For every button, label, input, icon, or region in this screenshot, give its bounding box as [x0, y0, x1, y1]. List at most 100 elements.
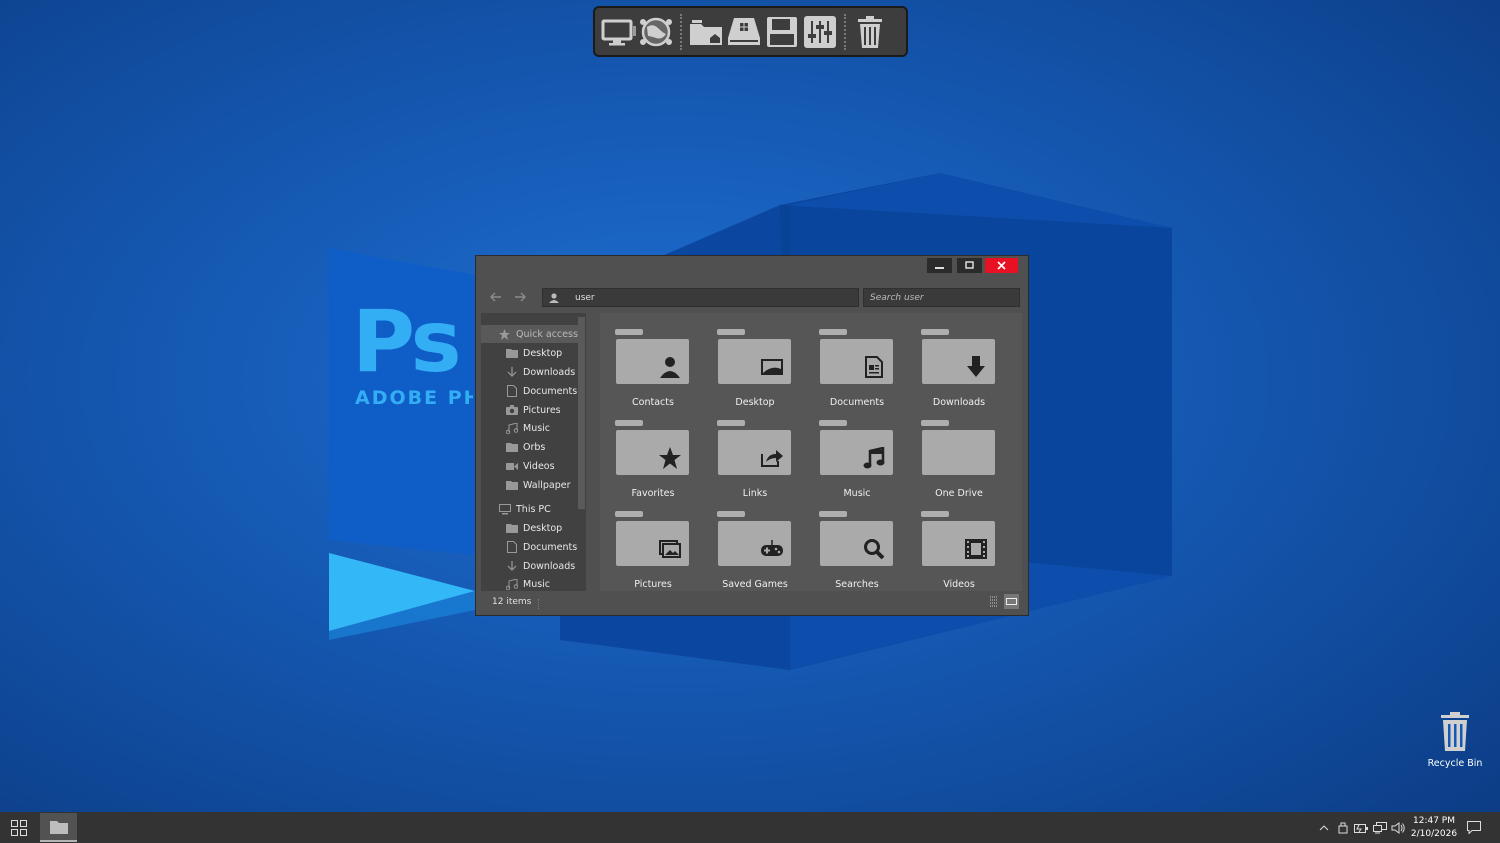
folder-label: Pictures [634, 579, 672, 590]
dock [593, 6, 908, 57]
start-grid-icon [11, 819, 27, 836]
music-icon [505, 422, 518, 434]
folder-label: Downloads [932, 397, 986, 408]
nav-item-label: Desktop [523, 347, 563, 359]
folder-links[interactable]: Links [704, 420, 806, 499]
nav-item-label: Orbs [523, 441, 546, 453]
tiles-view-icon [1006, 598, 1017, 605]
folder-label: One Drive [935, 488, 983, 499]
dock-separator [680, 13, 682, 50]
folder-icon [505, 347, 518, 359]
globe-network-icon[interactable] [637, 12, 675, 52]
camera-icon [505, 404, 518, 416]
download-icon [505, 560, 518, 572]
nav-pc-item-desktop[interactable]: Desktop [481, 519, 562, 537]
close-icon [997, 261, 1006, 270]
folder-pictures[interactable]: Pictures [602, 511, 704, 590]
nav-pc-item-music[interactable]: Music [481, 575, 550, 591]
settings-sliders-icon[interactable] [801, 12, 839, 52]
folder-music[interactable]: Music [806, 420, 908, 499]
folder-downloads[interactable]: Downloads [908, 329, 1010, 408]
folder-label: Searches [835, 579, 879, 590]
nav-this-pc-label: This PC [516, 503, 551, 515]
taskbar: 12:47 PM 2/10/2026 [0, 812, 1500, 843]
nav-item-label: Desktop [523, 522, 563, 534]
tray-network-icon[interactable] [1372, 820, 1388, 836]
start-button[interactable] [4, 813, 34, 842]
nav-pc-item-documents[interactable]: Documents [481, 538, 577, 556]
magnifier-icon [861, 536, 887, 562]
folder-label: Favorites [631, 488, 675, 499]
taskbar-file-explorer[interactable] [40, 813, 77, 842]
tray-usb-icon[interactable] [1335, 820, 1351, 836]
nav-item-label: Videos [523, 460, 555, 472]
tray-volume-icon[interactable] [1390, 820, 1406, 836]
folder-videos[interactable]: Videos [908, 511, 1010, 590]
folder-contacts[interactable]: Contacts [602, 329, 704, 408]
notification-center-button[interactable] [1466, 819, 1482, 835]
minimize-button[interactable] [927, 258, 952, 273]
document-icon [505, 541, 518, 553]
desktop-image-icon [759, 354, 785, 380]
trash-icon[interactable] [851, 12, 889, 52]
address-bar[interactable]: user [542, 288, 859, 307]
folder-desktop[interactable]: Desktop [704, 329, 806, 408]
dock-separator [844, 13, 846, 50]
folder-icon [505, 441, 518, 453]
folder-favorites[interactable]: Favorites [602, 420, 704, 499]
tray-chevron-up-icon[interactable] [1316, 820, 1332, 836]
folder-label: Desktop [735, 397, 775, 408]
status-items-count: 12 items [492, 597, 532, 607]
back-arrow-icon[interactable] [488, 289, 504, 305]
folder-one-drive[interactable]: One Drive [908, 420, 1010, 499]
pictures-icon [657, 536, 683, 562]
music-icon [505, 578, 518, 590]
navigation-bar: user Search user [476, 287, 1028, 307]
download-icon [505, 366, 518, 378]
nav-item-downloads[interactable]: Downloads [481, 363, 575, 381]
nav-item-documents[interactable]: Documents [481, 382, 577, 400]
nav-this-pc[interactable]: This PC [481, 500, 551, 518]
forward-arrow-icon[interactable] [512, 289, 528, 305]
nav-item-pictures[interactable]: Pictures [481, 401, 561, 419]
nav-scrollbar[interactable] [578, 317, 585, 509]
music-note-icon [861, 445, 887, 471]
ps-logo-subtitle: ADOBE PHOTOSHOP [355, 387, 473, 409]
folder-label: Music [843, 488, 871, 499]
nav-pc-item-downloads[interactable]: Downloads [481, 557, 575, 575]
status-separator [538, 599, 539, 609]
folder-label: Saved Games [722, 579, 788, 590]
folder-icon [505, 479, 518, 491]
folder-saved-games[interactable]: Saved Games [704, 511, 806, 590]
clock-date: 2/10/2026 [1410, 829, 1458, 839]
recycle-bin-icon [1441, 712, 1469, 751]
search-input[interactable]: Search user [863, 288, 1020, 307]
maximize-icon [965, 261, 974, 269]
nav-item-wallpaper[interactable]: Wallpaper [481, 476, 571, 494]
desktop-icon-recycle-bin[interactable]: Recycle Bin [1425, 712, 1485, 769]
folder-home-icon[interactable] [687, 12, 725, 52]
tray-battery-icon[interactable] [1353, 820, 1369, 836]
navigation-pane: Quick access Desktop Downloads Documents… [481, 313, 586, 591]
nav-item-label: Documents [523, 541, 578, 553]
folder-searches[interactable]: Searches [806, 511, 908, 590]
nav-quick-access[interactable]: Quick access [481, 325, 578, 343]
nav-item-music[interactable]: Music [481, 419, 550, 437]
film-icon [963, 536, 989, 562]
floppy-disk-icon[interactable] [763, 12, 801, 52]
nav-item-orbs[interactable]: Orbs [481, 438, 545, 456]
title-bar[interactable] [476, 256, 1028, 280]
monitor-icon[interactable] [599, 12, 637, 52]
nav-item-label: Pictures [523, 404, 561, 416]
windows-drive-icon[interactable] [725, 12, 763, 52]
nav-quick-access-label: Quick access [516, 328, 578, 340]
maximize-button[interactable] [957, 258, 982, 273]
tiles-view-button[interactable] [1004, 594, 1019, 609]
close-button[interactable] [985, 258, 1018, 273]
folder-documents[interactable]: Documents [806, 329, 908, 408]
nav-item-videos[interactable]: Videos [481, 457, 555, 475]
folder-icon [505, 522, 518, 534]
details-view-button[interactable] [986, 594, 1001, 609]
taskbar-clock[interactable]: 12:47 PM 2/10/2026 [1408, 815, 1460, 841]
nav-item-desktop[interactable]: Desktop [481, 344, 562, 362]
